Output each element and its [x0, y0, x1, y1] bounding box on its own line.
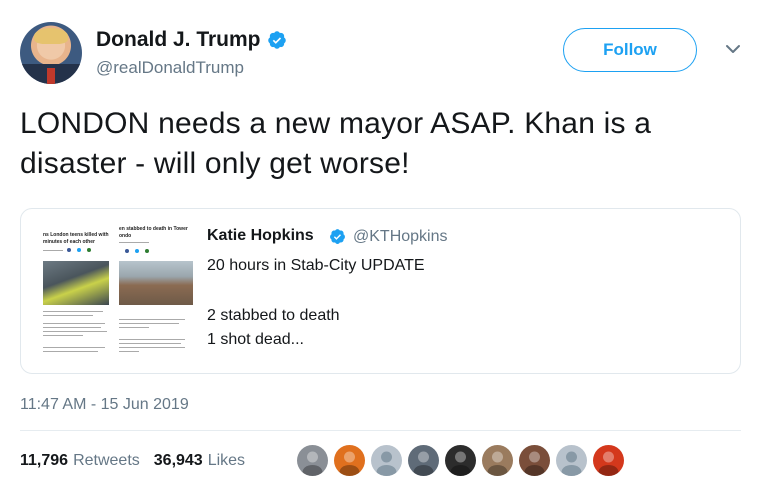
avatar-silhouette-icon — [487, 451, 508, 476]
thumbnail-heading-right-1: en stabbed to death in Tower — [119, 226, 188, 232]
verified-badge-icon — [267, 31, 286, 49]
liker-avatar[interactable] — [334, 445, 365, 476]
author-name-row[interactable]: Donald J. Trump — [96, 28, 287, 52]
tweet-text: LONDON needs a new mayor ASAP. Khan is a… — [20, 104, 750, 184]
quoted-author-handle[interactable]: @KTHopkins — [353, 228, 448, 246]
retweets-count[interactable]: 11,796 — [20, 452, 68, 470]
author-avatar[interactable] — [20, 22, 82, 84]
quoted-tweet-thumbnail[interactable]: ns London teens killed with minutes of e… — [31, 215, 193, 365]
quoted-tweet-card[interactable]: ns London teens killed with minutes of e… — [20, 208, 741, 374]
thumbnail-heading-left-1: ns London teens killed with — [43, 232, 109, 238]
author-display-name[interactable]: Donald J. Trump — [96, 28, 261, 52]
avatar-silhouette-icon — [302, 451, 323, 476]
thumbnail-article-right: en stabbed to death in Tower ondo — [113, 215, 193, 365]
liker-avatars — [297, 445, 630, 476]
avatar-silhouette-icon — [376, 451, 397, 476]
thumbnail-article-left: ns London teens killed with minutes of e… — [31, 215, 111, 365]
liker-avatar[interactable] — [445, 445, 476, 476]
likes-count[interactable]: 36,943 — [154, 452, 203, 470]
thumbnail-heading-right-2: ondo — [119, 233, 132, 239]
avatar-silhouette-icon — [524, 451, 545, 476]
avatar-silhouette-icon — [450, 451, 471, 476]
liker-avatar[interactable] — [519, 445, 550, 476]
avatar-silhouette-icon — [339, 451, 360, 476]
retweets-label[interactable]: Retweets — [73, 452, 140, 470]
tweet-header: Donald J. Trump @realDonaldTrump Follow — [20, 18, 750, 88]
quoted-text-line-1: 20 hours in Stab-City UPDATE — [207, 257, 425, 274]
divider — [20, 430, 741, 431]
liker-avatar[interactable] — [556, 445, 587, 476]
quoted-text-line-4: 1 shot dead... — [207, 331, 304, 348]
author-handle[interactable]: @realDonaldTrump — [96, 58, 244, 78]
liker-avatar[interactable] — [297, 445, 328, 476]
liker-avatar[interactable] — [371, 445, 402, 476]
liker-avatar[interactable] — [408, 445, 439, 476]
thumbnail-photo-right — [119, 261, 193, 305]
avatar-silhouette-icon — [598, 451, 619, 476]
follow-button[interactable]: Follow — [563, 28, 697, 72]
chevron-down-icon[interactable] — [724, 40, 742, 58]
liker-avatar[interactable] — [593, 445, 624, 476]
verified-badge-icon — [330, 229, 345, 244]
thumbnail-heading-left-2: minutes of each other — [43, 239, 95, 245]
liker-avatar[interactable] — [482, 445, 513, 476]
tweet-text-line-1: LONDON needs a new mayor ASAP. Khan is a — [20, 107, 652, 140]
tweet-timestamp[interactable]: 11:47 AM - 15 Jun 2019 — [20, 396, 189, 414]
tweet-text-line-2: disaster - will only get worse! — [20, 147, 410, 180]
thumbnail-photo-left — [43, 261, 109, 305]
avatar-silhouette-icon — [413, 451, 434, 476]
avatar-silhouette-icon — [561, 451, 582, 476]
quoted-author-name[interactable]: Katie Hopkins — [207, 227, 314, 245]
quoted-text-line-3: 2 stabbed to death — [207, 307, 340, 324]
likes-label[interactable]: Likes — [208, 452, 245, 470]
tweet-stats: 11,796 Retweets 36,943 Likes — [20, 452, 259, 470]
